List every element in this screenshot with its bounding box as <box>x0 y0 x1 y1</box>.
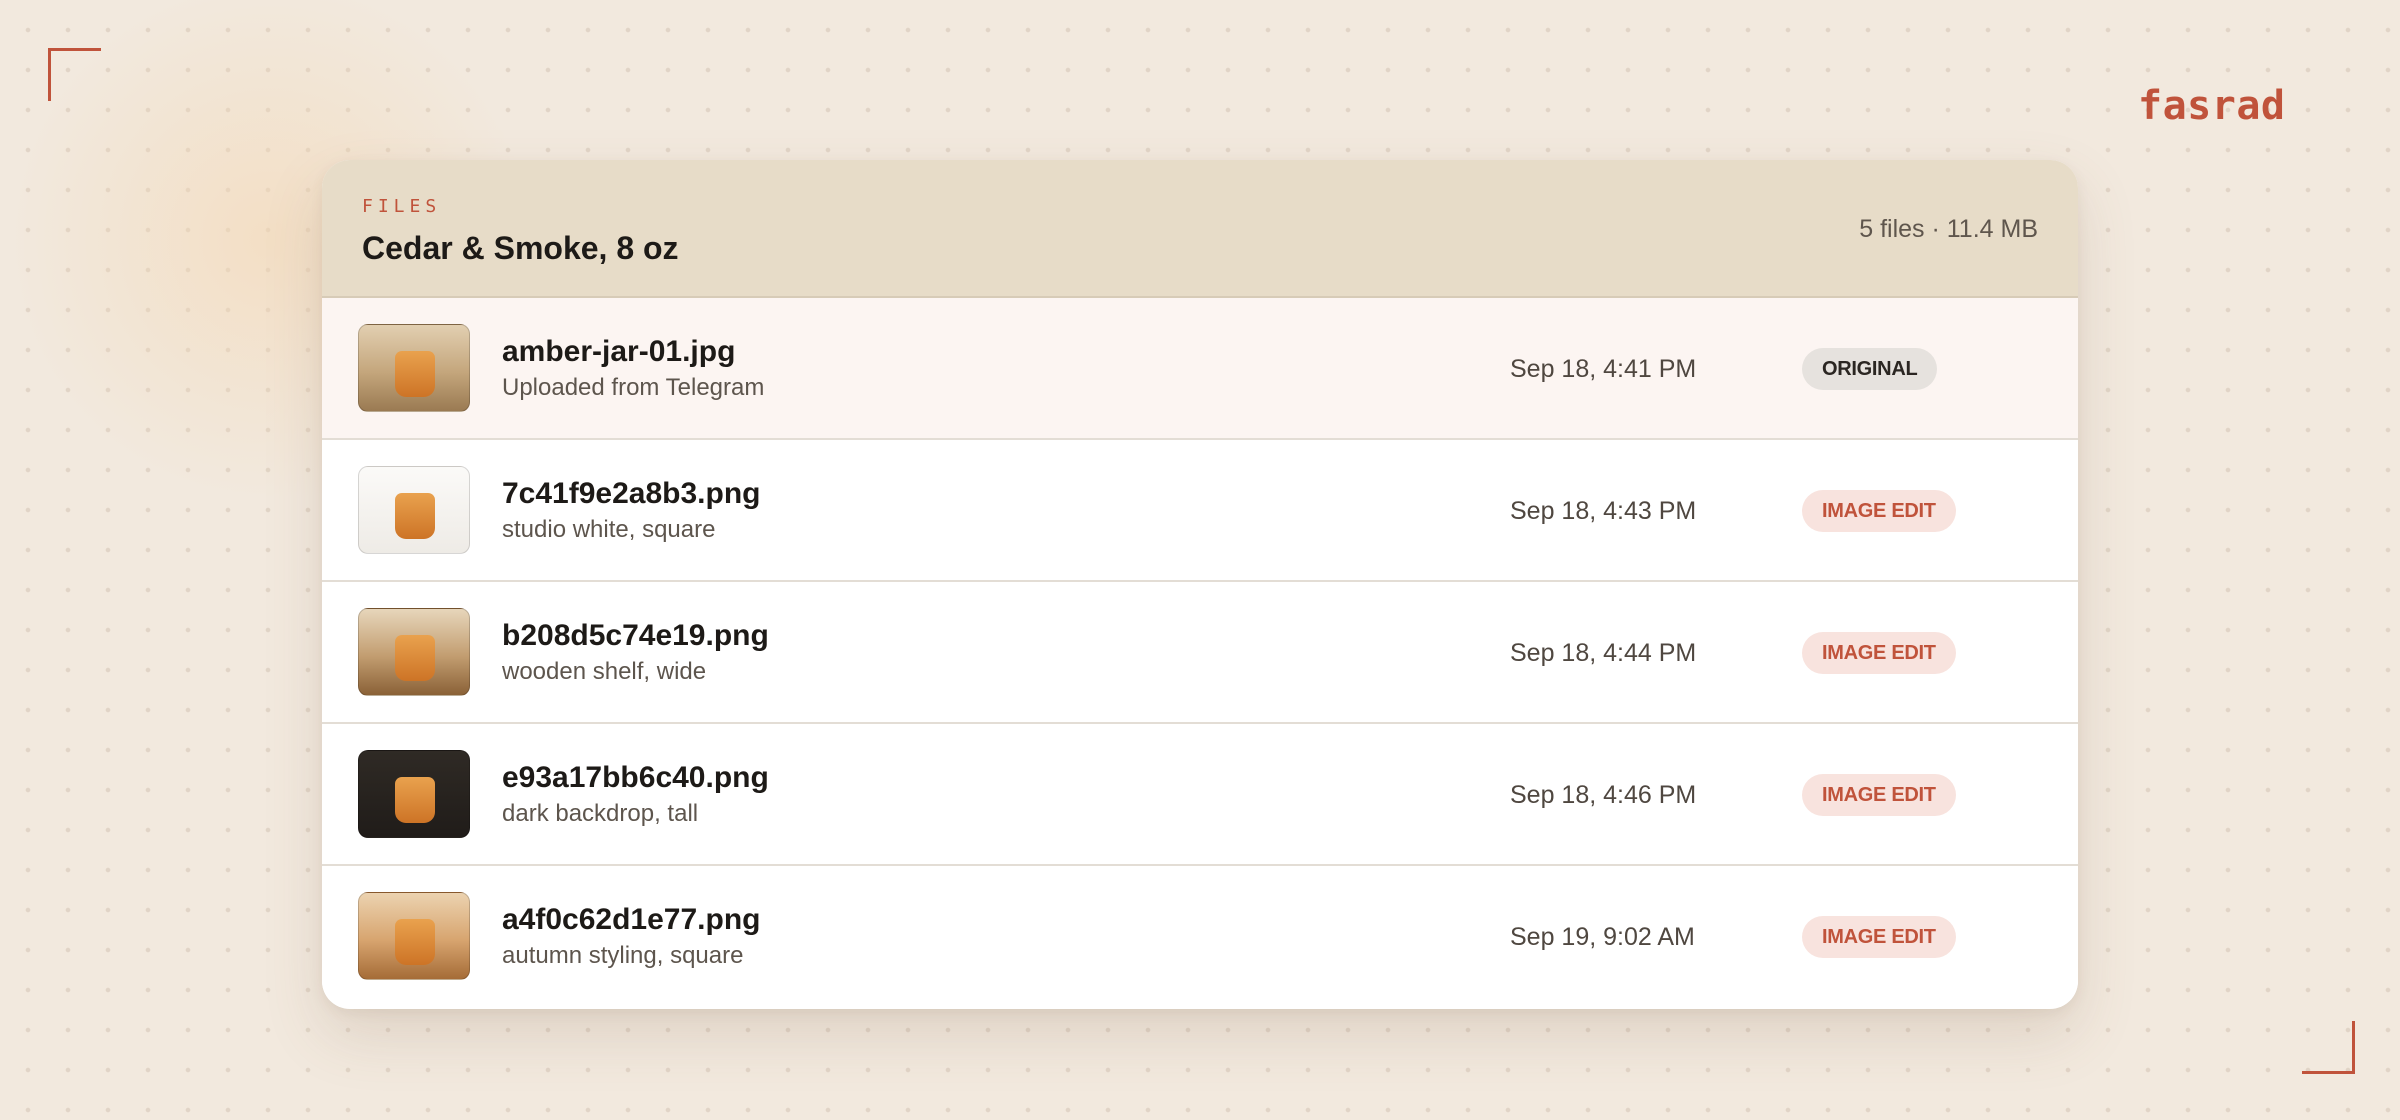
file-description: dark backdrop, tall <box>502 800 699 827</box>
corner-bracket-bottom-right <box>2302 1021 2355 1074</box>
file-type-badge: IMAGE EDIT <box>1802 916 1956 958</box>
file-description: wooden shelf, wide <box>502 658 707 685</box>
file-type-badge: ORIGINAL <box>1802 348 1938 390</box>
file-date: Sep 18, 4:43 PM <box>1510 497 1697 525</box>
file-description: Uploaded from Telegram <box>502 374 765 401</box>
file-row[interactable]: amber-jar-01.jpg Uploaded from Telegram … <box>322 298 2078 440</box>
file-row[interactable]: a4f0c62d1e77.png autumn styling, square … <box>322 866 2078 1007</box>
file-name: e93a17bb6c40.png <box>502 761 769 794</box>
file-list: amber-jar-01.jpg Uploaded from Telegram … <box>322 298 2078 1007</box>
panel-header: FILES Cedar & Smoke, 8 oz 5 files · 11.4… <box>322 160 2078 298</box>
file-name: amber-jar-01.jpg <box>502 335 736 368</box>
file-thumbnail <box>358 750 470 838</box>
file-row[interactable]: 7c41f9e2a8b3.png studio white, square Se… <box>322 440 2078 582</box>
file-type-badge: IMAGE EDIT <box>1802 774 1956 816</box>
jar-image <box>395 635 435 681</box>
jar-image <box>395 777 435 823</box>
file-description: autumn styling, square <box>502 942 744 969</box>
file-date: Sep 18, 4:41 PM <box>1510 355 1697 383</box>
file-name: b208d5c74e19.png <box>502 619 769 652</box>
file-thumbnail <box>358 892 470 980</box>
corner-bracket-top-left <box>48 48 101 101</box>
file-thumbnail <box>358 608 470 696</box>
file-name: a4f0c62d1e77.png <box>502 903 761 936</box>
section-eyebrow: FILES <box>362 196 442 217</box>
file-type-badge: IMAGE EDIT <box>1802 490 1956 532</box>
jar-image <box>395 351 435 397</box>
jar-image <box>395 919 435 965</box>
file-row[interactable]: e93a17bb6c40.png dark backdrop, tall Sep… <box>322 724 2078 866</box>
file-thumbnail <box>358 324 470 412</box>
file-date: Sep 19, 9:02 AM <box>1510 923 1695 951</box>
file-name: 7c41f9e2a8b3.png <box>502 477 761 510</box>
file-summary: 5 files · 11.4 MB <box>1859 215 2038 243</box>
file-date: Sep 18, 4:46 PM <box>1510 781 1697 809</box>
file-description: studio white, square <box>502 516 716 543</box>
brand-logo: fasrad <box>2138 83 2286 129</box>
file-date: Sep 18, 4:44 PM <box>1510 639 1697 667</box>
file-thumbnail <box>358 466 470 554</box>
file-row[interactable]: b208d5c74e19.png wooden shelf, wide Sep … <box>322 582 2078 724</box>
file-type-badge: IMAGE EDIT <box>1802 632 1956 674</box>
page-title: Cedar & Smoke, 8 oz <box>362 230 679 266</box>
files-panel: FILES Cedar & Smoke, 8 oz 5 files · 11.4… <box>322 160 2078 1009</box>
jar-image <box>395 493 435 539</box>
